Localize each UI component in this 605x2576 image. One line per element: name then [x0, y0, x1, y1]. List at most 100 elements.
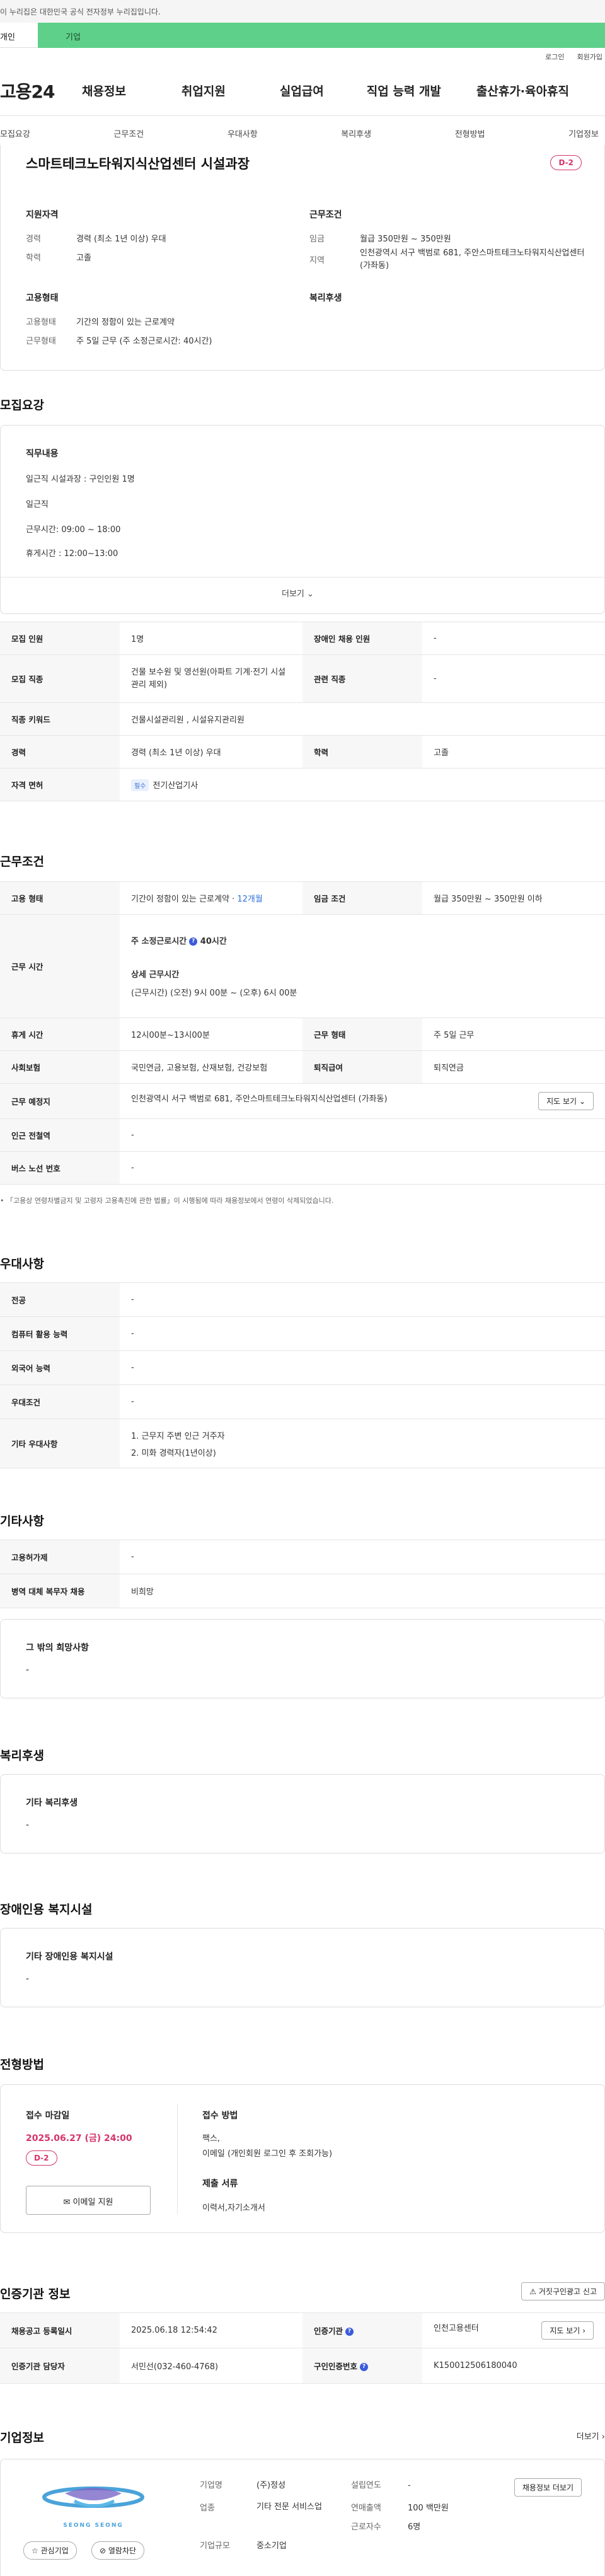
qual-education: 학력 고졸: [26, 251, 91, 263]
site-logo[interactable]: 고용24: [0, 78, 82, 103]
etc-pref-item: 1. 근무지 주변 인근 거주자: [131, 1431, 225, 1441]
block-view-button[interactable]: ⊘ 열람차단: [91, 2541, 145, 2560]
qual-career-value: 경력 (최소 1년 이상) 우대: [76, 235, 166, 244]
disabled-box-value: -: [26, 1974, 30, 1984]
info-icon[interactable]: ?: [189, 937, 198, 946]
age-footnote: • 「고용상 연령차별금지 및 고령자 고용촉진에 관한 법률」이 시행됨에 따…: [0, 1195, 333, 1205]
th-bus: 버스 노선 번호: [0, 1151, 120, 1185]
th-license: 자격 면허: [0, 768, 120, 801]
mail-icon: ✉: [63, 2198, 71, 2207]
table-row: 전공 -: [0, 1282, 605, 1317]
docs-value: 이력서,자기소개서: [202, 2203, 265, 2213]
field-value: 기타 전문 서비스업: [256, 2502, 322, 2512]
company-field: 기업규모 중소기업: [200, 2539, 287, 2551]
agency-label: 인증기관: [314, 2326, 343, 2336]
method-title: 접수 방법: [202, 2111, 238, 2121]
chevron-right-icon: ›: [601, 2432, 605, 2442]
td-subway: -: [120, 1118, 605, 1152]
tab-company[interactable]: 기업: [38, 23, 605, 48]
map-button-label: 지도 보기: [546, 1097, 577, 1106]
subnav-welfare[interactable]: 복리후생: [336, 127, 376, 139]
field-label: 설립연도: [351, 2481, 381, 2490]
company-field: 근로자수 6명: [351, 2520, 420, 2532]
th-language: 외국어 능력: [0, 1350, 120, 1385]
field-label: 연매출액: [351, 2503, 381, 2513]
th-insurance: 사회보험: [0, 1050, 120, 1084]
dday-badge: D-2: [550, 155, 582, 170]
company-field: 업종 기타 전문 서비스업: [200, 2501, 326, 2514]
gnb-vocational-training[interactable]: 직업 능력 개발: [367, 82, 441, 99]
company-logo-text: SEONG SEONG: [63, 2522, 124, 2529]
cert-no-label: 구인인증번호: [314, 2362, 358, 2371]
tab-person[interactable]: 개인: [0, 23, 38, 48]
global-nav: 고용24 채용정보 취업지원 실업급여 직업 능력 개발 출산휴가·육아휴직: [0, 66, 605, 116]
th-keyword: 직종 키워드: [0, 702, 120, 736]
map-button[interactable]: 지도 보기 ⌄: [538, 1092, 594, 1110]
chevron-down-icon: ⌄: [307, 589, 314, 599]
td-agency: 인천고용센터 지도 보기 ›: [422, 2312, 605, 2348]
th-headcount: 모집 인원: [0, 622, 120, 655]
gnb-employment-support[interactable]: 취업지원: [182, 82, 226, 99]
subnav-pref[interactable]: 우대사항: [222, 127, 263, 139]
login-link[interactable]: 로그인: [545, 52, 564, 62]
th-work-time: 근무 시간: [0, 914, 120, 1018]
table-row: 채용공고 등록일시 2025.06.18 12:54:42 인증기관? 인천고용…: [0, 2312, 605, 2348]
gnb-unemployment-benefit[interactable]: 실업급여: [280, 82, 324, 99]
report-fake-ad-button[interactable]: ⚠ 거짓구인광고 신고: [521, 2282, 605, 2300]
td-major: -: [120, 1282, 605, 1317]
th-agency-manager: 인증기관 담당자: [0, 2348, 120, 2384]
td-agency-manager: 서민선(032-460-4768): [120, 2348, 302, 2384]
td-language: -: [120, 1350, 605, 1385]
email-apply-button[interactable]: ✉ 이메일 지원: [26, 2186, 151, 2215]
more-button[interactable]: 더보기 ⌄: [282, 587, 314, 599]
employment-type-title: 고용형태: [26, 293, 59, 303]
td-headcount: 1명: [120, 622, 302, 655]
subnav-work[interactable]: 근무조건: [108, 127, 149, 139]
condition-title: 근무조건: [309, 210, 342, 220]
disabled-box-title: 기타 장애인용 복지시설: [26, 1952, 113, 1962]
field-label: 기업규모: [200, 2541, 230, 2551]
agency-value: 인천고용센터: [434, 2324, 479, 2333]
td-related-job: -: [422, 654, 605, 703]
th-location: 근무 예정지: [0, 1083, 120, 1119]
subnav-selection[interactable]: 전형방법: [450, 127, 490, 139]
cond-pay-label: 임금: [309, 235, 325, 244]
deadline-title: 접수 마감일: [26, 2111, 70, 2121]
footnote-text: 「고용상 연령차별금지 및 고령자 고용촉진에 관한 법률」이 시행됨에 따라 …: [6, 1197, 334, 1205]
job-title: 스마트테크노타워지식산업센터 시설과장: [26, 156, 250, 171]
company-logo: SEONG SEONG: [40, 2482, 147, 2530]
table-row: 외국어 능력 -: [0, 1350, 605, 1385]
info-icon[interactable]: ?: [345, 2328, 354, 2336]
th-employment: 고용 형태: [0, 881, 120, 915]
gnb-job-info[interactable]: 채용정보: [82, 82, 126, 99]
th-etc-pref: 기타 우대사항: [0, 1419, 120, 1468]
company-more-link[interactable]: 더보기 ›: [577, 2430, 605, 2442]
table-row: 고용허가제 -: [0, 1540, 605, 1574]
company-jobs-button[interactable]: 채용정보 더보기: [514, 2478, 582, 2497]
info-icon[interactable]: ?: [360, 2363, 369, 2371]
table-row: 고용 형태 기간이 정함이 있는 근로계약 · 12개월 임금 조건 월급 35…: [0, 881, 605, 915]
pref-section-title: 우대사항: [0, 1257, 44, 1271]
subnav-company[interactable]: 기업정보: [563, 127, 605, 139]
td-job-category: 건물 보수원 및 영선원(아파트 기계·전기 시설관리 제외): [120, 654, 302, 703]
work-form: 근무형태 주 5일 근무 (주 소정근로시간: 40시간): [26, 334, 212, 346]
welfare-box-title: 기타 복리후생: [26, 1798, 78, 1808]
other-wish-title: 그 밖의 희망사항: [26, 1643, 89, 1653]
signup-link[interactable]: 회원가입: [577, 52, 602, 62]
gnb-parental-leave[interactable]: 출산휴가·육아휴직: [476, 82, 569, 99]
detail-time-value: (근무시간) (오전) 9시 00분 ~ (오후) 6시 00분: [131, 989, 297, 998]
td-pref-condition: -: [120, 1384, 605, 1419]
td-work-time: 주 소정근로시간? 40시간 상세 근무시간 (근무시간) (오전) 9시 00…: [120, 914, 605, 1018]
field-value: 100 백만원: [408, 2503, 449, 2513]
emp-type-value: 기간의 정함이 있는 근로계약: [76, 318, 175, 327]
company-field: 기업명 (주)정성: [200, 2478, 285, 2490]
field-value: -: [408, 2481, 411, 2490]
interest-company-button[interactable]: ☆ 관심기업: [23, 2541, 77, 2560]
agency-map-button[interactable]: 지도 보기 ›: [541, 2321, 594, 2340]
qual-edu-label: 학력: [26, 253, 41, 263]
subnav-recruit[interactable]: 모집요강: [0, 127, 35, 139]
disabled-card: 기타 장애인용 복지시설 -: [0, 1928, 605, 2007]
job-line: 근무시간: 09:00 ~ 18:00: [26, 525, 121, 535]
td-retirement: 퇴직연금: [422, 1050, 605, 1084]
weekly-hours-label: 주 소정근로시간: [131, 937, 187, 946]
